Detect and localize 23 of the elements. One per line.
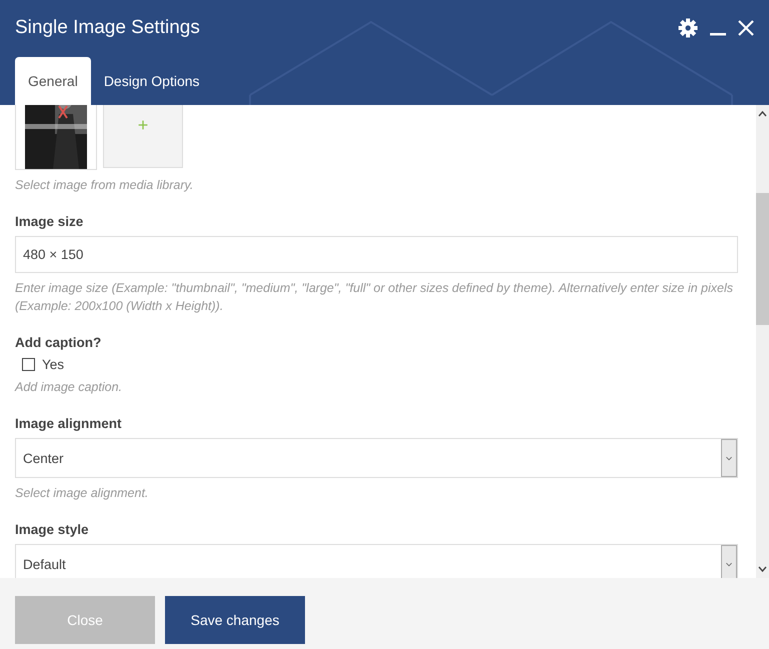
- checkbox[interactable]: [22, 358, 35, 371]
- scrollbar[interactable]: [756, 105, 769, 578]
- save-button[interactable]: Save changes: [165, 596, 305, 644]
- field-label: Image style: [15, 522, 90, 537]
- tab[interactable]: General: [15, 57, 91, 105]
- field-label: Image size: [15, 214, 84, 229]
- help-text: Select image alignment.: [15, 485, 150, 502]
- chevron-up-icon[interactable]: [758, 110, 767, 118]
- settings-icon[interactable]: [678, 18, 698, 38]
- help-text: Enter image size (Example: "thumbnail", "medium", "large", "full" or other sizes defined by theme). Alternatively enter size in pixels (Example: 200x100 (Width x Height)).: [15, 280, 734, 315]
- input-field[interactable]: 480 × 150: [15, 236, 738, 273]
- help-text: Select image from media library.: [15, 177, 194, 194]
- window-title: Single Image Settings: [15, 17, 201, 39]
- tab[interactable]: Design Options: [90, 57, 213, 105]
- field-label: Add caption?: [15, 335, 102, 350]
- image-thumbnail[interactable]: [15, 105, 97, 170]
- checkbox-label: Yes: [42, 357, 64, 372]
- dropdown[interactable]: Default: [15, 544, 738, 578]
- help-text: Add image caption.: [15, 379, 124, 396]
- field-label: Image alignment: [15, 416, 123, 431]
- dropdown[interactable]: Center: [15, 438, 738, 478]
- chevron-down-icon[interactable]: [758, 565, 767, 573]
- close-icon[interactable]: [738, 20, 754, 36]
